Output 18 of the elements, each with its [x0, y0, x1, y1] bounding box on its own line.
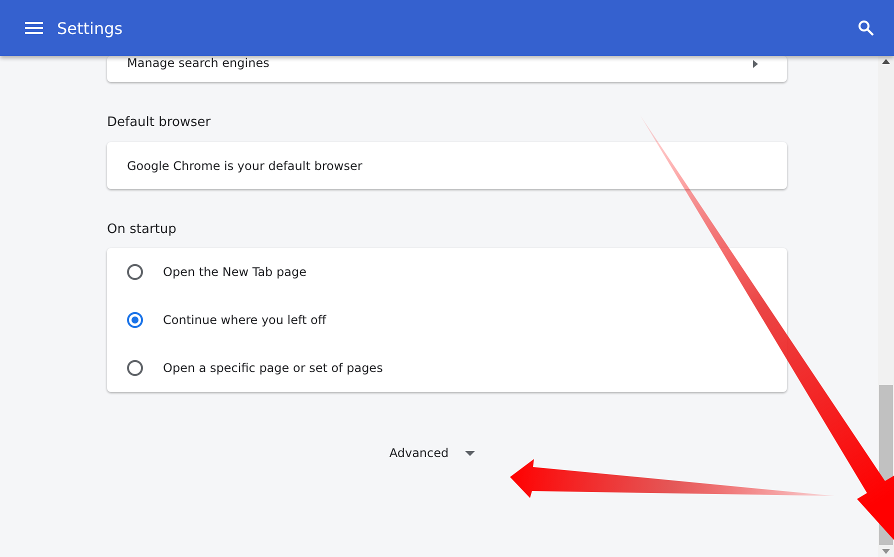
section-heading: Default browser: [107, 115, 212, 132]
default-browser-status: Google Chrome is your default browser: [127, 158, 362, 172]
page-title: Settings: [57, 18, 123, 38]
chevron-right-icon[interactable]: [753, 60, 758, 68]
scroll-up-icon[interactable]: [882, 59, 890, 64]
section-heading: On startup: [107, 222, 178, 239]
radio-button[interactable]: [127, 360, 143, 376]
menu-icon[interactable]: [25, 22, 43, 34]
radio-label[interactable]: Open the New Tab page: [163, 265, 306, 279]
radio-label[interactable]: Continue where you left off: [163, 313, 326, 327]
advanced-toggle[interactable]: Advanced: [389, 446, 449, 460]
caret-icon[interactable]: [464, 450, 475, 456]
radio-label[interactable]: Open a specific page or set of pages: [163, 361, 383, 375]
scroll-down-icon[interactable]: [882, 549, 890, 554]
search-icon[interactable]: [858, 20, 874, 36]
radio-button[interactable]: [127, 264, 143, 280]
radio-button[interactable]: [127, 312, 143, 328]
manage-search-engines-link[interactable]: Manage search engines: [127, 56, 270, 70]
